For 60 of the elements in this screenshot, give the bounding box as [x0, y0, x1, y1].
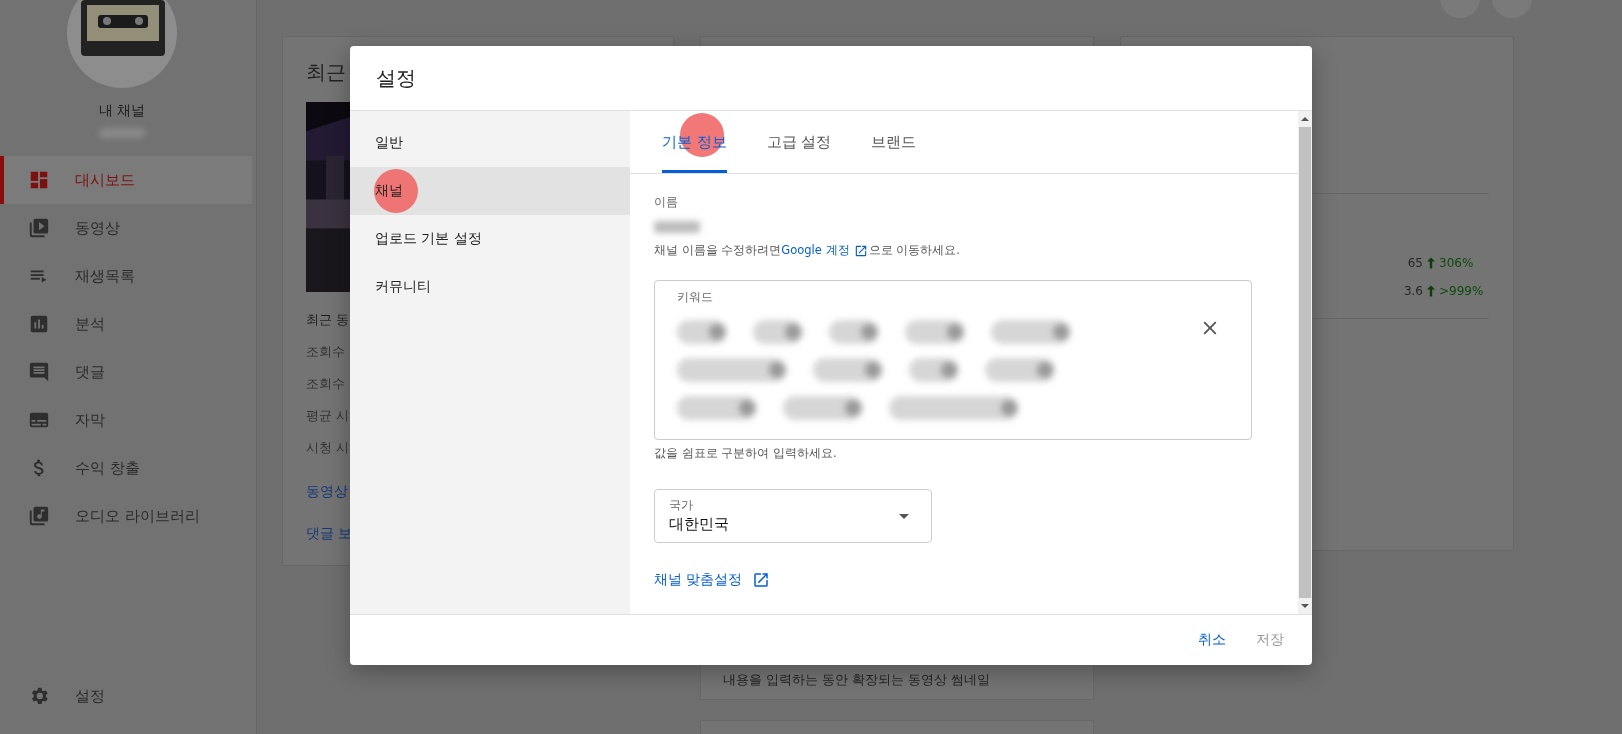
- stat-value: 65: [1407, 256, 1423, 270]
- blurred-keyword-chip: [909, 358, 959, 382]
- up-arrow-icon: [1427, 285, 1435, 297]
- channel-avatar[interactable]: [67, 0, 177, 88]
- comment-icon: [28, 361, 50, 383]
- dialog-button[interactable]: 취소: [1186, 623, 1238, 657]
- external-link-icon: [752, 571, 771, 589]
- sidebar-item[interactable]: 오디오 라이브러리: [0, 492, 252, 540]
- keywords-field[interactable]: 키워드: [654, 280, 1252, 440]
- stat-change: >999%: [1439, 284, 1485, 298]
- sidebar-item[interactable]: 분석: [0, 300, 252, 348]
- stat-label: 조회수: [306, 376, 346, 393]
- dialog-nav-item[interactable]: 업로드 기본 설정: [350, 215, 630, 263]
- blurred-keyword-chip: [905, 320, 965, 344]
- field-label: 국가: [669, 498, 694, 513]
- country-select[interactable]: 국가 대한민국: [654, 489, 932, 543]
- help-text: 으로 이동하세요.: [868, 243, 960, 258]
- card-text: 내용을 입력하는 동안 확장되는 동영상 썸네일: [723, 672, 990, 689]
- field-label: 키워드: [677, 289, 714, 306]
- stat-change: 306%: [1439, 256, 1475, 270]
- channel-customize-link[interactable]: 채널 맞춤설정: [654, 571, 743, 589]
- card-title: 최근: [306, 59, 346, 86]
- select-value: 대한민국: [669, 515, 730, 534]
- tab[interactable]: 고급 설정: [766, 111, 832, 173]
- sidebar-item[interactable]: 댓글: [0, 348, 252, 396]
- google-account-link[interactable]: Google 계정: [781, 243, 850, 258]
- sidebar-item[interactable]: 재생목록: [0, 252, 252, 300]
- caret-icon: [899, 513, 909, 519]
- video-library-icon: [28, 217, 50, 239]
- tab[interactable]: 브랜드: [871, 111, 917, 173]
- scroll-down-icon[interactable]: [1301, 604, 1309, 608]
- dashboard-icon: [28, 169, 50, 191]
- scrollbar[interactable]: [1298, 111, 1312, 614]
- external-link-icon: [853, 243, 868, 258]
- blurred-keyword-chip: [677, 320, 727, 344]
- blurred-keyword-chip: [985, 358, 1055, 382]
- up-arrow-icon: [1427, 257, 1435, 269]
- sidebar-item[interactable]: 수익 창출: [0, 444, 252, 492]
- sidebar-item[interactable]: 설정: [0, 672, 252, 720]
- section-heading: 최근 동: [306, 312, 350, 329]
- field-label: 이름: [654, 194, 679, 211]
- dialog-nav-item[interactable]: 채널: [350, 167, 630, 215]
- help-text: 채널 이름을 수정하려면: [654, 243, 782, 258]
- dialog-title: 설정: [376, 64, 416, 92]
- bar-chart-icon: [28, 313, 50, 335]
- stat-label: 조회수: [306, 344, 346, 361]
- stat-value: 3.6: [1403, 284, 1423, 298]
- blurred-keyword-chip: [813, 358, 883, 382]
- music-library-icon: [28, 505, 50, 527]
- scroll-up-icon[interactable]: [1301, 117, 1309, 121]
- blurred-keyword-chip: [829, 320, 879, 344]
- blurred-name: [654, 221, 700, 233]
- dialog-nav-item[interactable]: 커뮤니티: [350, 263, 630, 311]
- sidebar-item[interactable]: 자막: [0, 396, 252, 444]
- sidebar-item[interactable]: 동영상: [0, 204, 252, 252]
- help-text: 값을 쉼표로 구분하여 입력하세요.: [654, 446, 838, 461]
- touch-marker: [374, 169, 418, 213]
- channel-name: 내 채널: [98, 102, 146, 120]
- dialog-nav-item[interactable]: 일반: [350, 119, 630, 167]
- blurred-keyword-chip: [753, 320, 803, 344]
